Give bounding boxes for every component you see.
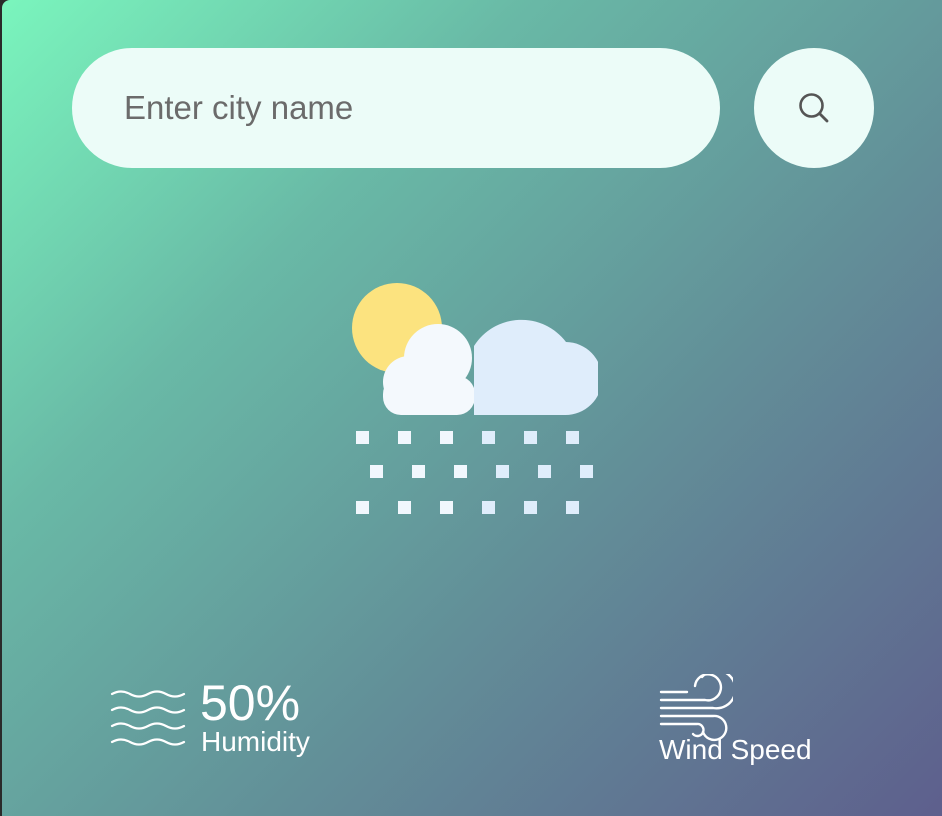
humidity-waves-icon: [110, 690, 186, 746]
search-button[interactable]: [754, 48, 874, 168]
cloud-shape: [383, 319, 598, 416]
snowflakes: [356, 431, 593, 514]
wind-section: Wind Speed: [657, 672, 857, 782]
humidity-section: 50% Humidity: [110, 675, 370, 770]
sun-cloud-snow-icon: [352, 283, 598, 514]
weather-card: 50% Humidity Wind Speed: [2, 0, 942, 816]
search-bar: [72, 48, 874, 168]
humidity-value: 50%: [200, 675, 301, 731]
wind-speed-label: Wind Speed: [659, 734, 812, 765]
humidity-label: Humidity: [201, 726, 310, 757]
search-icon: [799, 93, 829, 123]
city-search-input[interactable]: [72, 48, 720, 168]
